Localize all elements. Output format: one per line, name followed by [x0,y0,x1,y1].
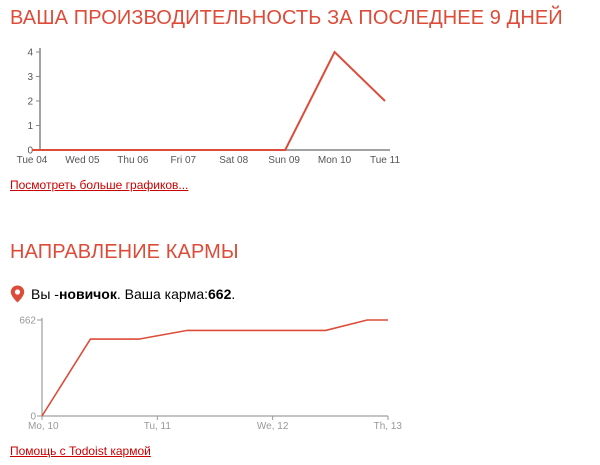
x-tick-label: Fri 07 [171,155,197,166]
productivity-title: ВАША ПРОИЗВОДИТЕЛЬНОСТЬ ЗА ПОСЛЕДНЕЕ 9 Д… [10,7,563,29]
x-tick-label: Sat 08 [219,155,248,166]
karma-status: Вы - новичок . Ваша карма: 662 . [10,284,235,304]
y-tick-label: 4 [27,48,33,59]
x-tick-label: Mon 10 [318,155,352,166]
map-pin-icon [10,285,25,303]
x-tick-label: Sun 09 [268,155,300,166]
x-tick-label: Mo, 10 [28,421,59,432]
productivity-chart: 01234Tue 04 Wed 05 Thu 06 Fri 07 Sat 08 Sun 0… [17,48,401,167]
more-graphs-link[interactable]: Посмотреть больше графиков... [10,178,188,192]
series-line [41,319,388,417]
x-tick-label: Wed 05 [65,155,100,166]
karma-label: . Ваша карма: [116,286,208,302]
y-tick-label: 2 [27,97,33,108]
x-tick-label: Thu 06 [117,155,149,166]
x-tick-label: Th, 13 [374,421,403,432]
series-line [32,50,386,151]
karma-chart: 0662Mo, 10 Tu, 11 We, 12 Th, 13 [19,316,403,433]
karma-level: новичок [58,286,117,302]
y-tick-label: 662 [19,316,36,327]
karma-status-prefix: Вы - [31,286,59,302]
y-tick-label: 1 [27,121,33,132]
karma-title: НАПРАВЛЕНИЕ КАРМЫ [10,241,239,263]
x-tick-label: Tue 11 [370,155,400,166]
x-tick-label: Tue 04 [17,155,48,166]
x-tick-label: We, 12 [257,421,289,432]
karma-value: 662 [208,286,232,302]
y-tick-label: 3 [27,72,33,83]
x-tick-label: Tu, 11 [144,421,172,432]
karma-status-suffix: . [231,286,236,302]
karma-help-link[interactable]: Помощь с Todoist кармой [10,444,151,458]
